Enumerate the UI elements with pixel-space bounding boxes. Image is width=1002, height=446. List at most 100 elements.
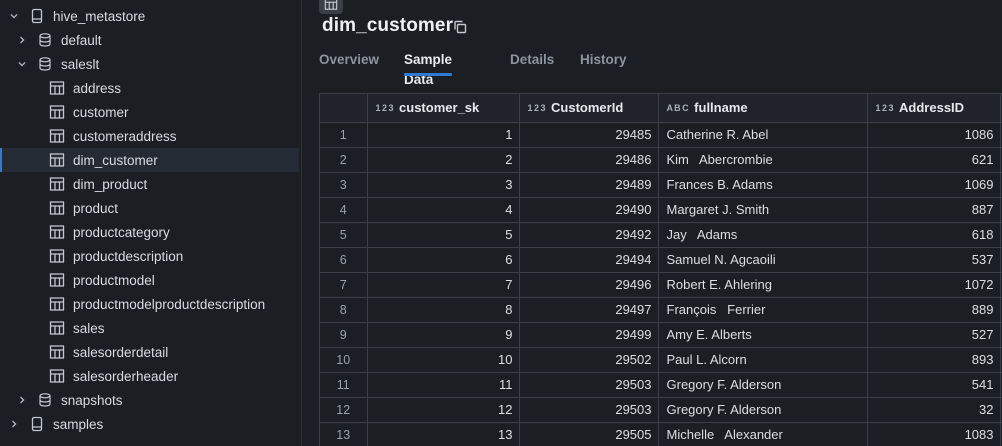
tree-node-table[interactable]: dim_customer	[0, 148, 299, 172]
chevron-down-icon[interactable]	[16, 58, 28, 70]
table-cell[interactable]: Robert E. Ahlering	[658, 272, 868, 298]
tree-label: default	[61, 32, 102, 48]
table-row[interactable]: 8 8 29497 François Ferrier 889	[320, 297, 1002, 323]
table-row[interactable]: 4 4 29490 Margaret J. Smith 887	[320, 197, 1002, 223]
column-header[interactable]: 1 2 3 customer_sk	[367, 94, 520, 123]
tree-node-samples[interactable]: samples	[0, 412, 299, 436]
tree-node-table[interactable]: productcategory	[0, 220, 299, 244]
table-cell[interactable]: 541	[867, 372, 1001, 398]
table-row[interactable]: 1 1 29485 Catherine R. Abel 1086	[320, 122, 1002, 148]
table-cell[interactable]: Frances B. Adams	[658, 172, 868, 198]
table-cell[interactable]: 618	[867, 222, 1001, 248]
table-cell[interactable]: 3	[367, 172, 520, 198]
table-cell[interactable]: 29485	[519, 122, 659, 148]
tree-node-snapshots[interactable]: snapshots	[0, 388, 299, 412]
table-cell[interactable]: Margaret J. Smith	[658, 197, 868, 223]
table-cell[interactable]: 29486	[519, 147, 659, 173]
table-cell[interactable]: Michelle Alexander	[658, 422, 868, 446]
tab-history[interactable]: History	[580, 50, 627, 76]
table-cell[interactable]: 29503	[519, 372, 659, 398]
table-row[interactable]: 9 9 29499 Amy E. Alberts 527	[320, 322, 1002, 348]
table-row[interactable]: 11 11 29503 Gregory F. Alderson 541	[320, 372, 1002, 398]
tab-sample-data[interactable]: Sample Data	[404, 50, 453, 87]
table-cell[interactable]: 29494	[519, 247, 659, 273]
table-cell[interactable]: Amy E. Alberts	[658, 322, 868, 348]
table-cell[interactable]: Gregory F. Alderson	[658, 372, 868, 398]
tree-node-table[interactable]: dim_product	[0, 172, 299, 196]
tab-details[interactable]: Details	[510, 50, 554, 76]
tree-node-table[interactable]: sales	[0, 316, 299, 340]
chevron-right-icon[interactable]	[8, 418, 20, 430]
tree-node-table[interactable]: salesorderdetail	[0, 340, 299, 364]
sample-data-grid[interactable]: 1 2 3 customer_sk 1 2 3 CustomerId A B Cfu…	[319, 93, 1002, 446]
table-row[interactable]: 7 7 29496 Robert E. Ahlering 1072	[320, 272, 1002, 298]
table-cell[interactable]: 4	[367, 197, 520, 223]
table-cell[interactable]: Paul L. Alcorn	[658, 347, 868, 373]
chevron-right-icon[interactable]	[16, 394, 28, 406]
tree-node-default[interactable]: default	[0, 28, 299, 52]
table-cell[interactable]: 887	[867, 197, 1001, 223]
table-cell[interactable]: 1083	[867, 422, 1001, 446]
table-cell[interactable]: 29496	[519, 272, 659, 298]
table-row[interactable]: 10 10 29502 Paul L. Alcorn 893	[320, 347, 1002, 373]
table-cell[interactable]: 9	[367, 322, 520, 348]
table-cell[interactable]: 893	[867, 347, 1001, 373]
tree-node-table[interactable]: productmodel	[0, 268, 299, 292]
tab-overview[interactable]: Overview	[319, 50, 379, 76]
tree-node-table[interactable]: product	[0, 196, 299, 220]
table-cell[interactable]: Catherine R. Abel	[658, 122, 868, 148]
table-cell[interactable]: 5	[367, 222, 520, 248]
table-cell[interactable]: 537	[867, 247, 1001, 273]
table-cell[interactable]: 889	[867, 297, 1001, 323]
table-cell[interactable]: 11	[367, 372, 520, 398]
column-header[interactable]: A B Cfullname	[658, 94, 868, 123]
table-cell[interactable]: 8	[367, 297, 520, 323]
table-cell[interactable]: 1069	[867, 172, 1001, 198]
table-cell[interactable]: 1072	[867, 272, 1001, 298]
table-cell[interactable]: Samuel N. Agcaoili	[658, 247, 868, 273]
table-cell[interactable]: 10	[367, 347, 520, 373]
table-row[interactable]: 12 12 29503 Gregory F. Alderson 32	[320, 397, 1002, 423]
tree-node-table[interactable]: salesorderheader	[0, 364, 299, 388]
column-header[interactable]: 1 2 3 CustomerId	[519, 94, 659, 123]
table-cell[interactable]: 29499	[519, 322, 659, 348]
table-cell[interactable]: Gregory F. Alderson	[658, 397, 868, 423]
table-cell[interactable]: 29490	[519, 197, 659, 223]
table-cell[interactable]: Kim Abercrombie	[658, 147, 868, 173]
table-cell[interactable]: 527	[867, 322, 1001, 348]
table-cell[interactable]: François Ferrier	[658, 297, 868, 323]
table-cell[interactable]: Jay Adams	[658, 222, 868, 248]
table-cell[interactable]: 29505	[519, 422, 659, 446]
tree-node-table[interactable]: customer	[0, 100, 299, 124]
column-header[interactable]: 1 2 3 AddressID	[867, 94, 1001, 123]
tree-label: salesorderdetail	[73, 344, 169, 360]
chevron-right-icon[interactable]	[16, 34, 28, 46]
table-cell[interactable]: 29489	[519, 172, 659, 198]
tree-node-table[interactable]: productmodelproductdescription	[0, 292, 299, 316]
table-cell[interactable]: 621	[867, 147, 1001, 173]
tree-node-hive-metastore[interactable]: hive_metastore	[0, 4, 299, 28]
table-row[interactable]: 13 13 29505 Michelle Alexander 1083	[320, 422, 1002, 446]
table-cell[interactable]: 13	[367, 422, 520, 446]
table-row[interactable]: 5 5 29492 Jay Adams 618	[320, 222, 1002, 248]
tree-node-table[interactable]: address	[0, 76, 299, 100]
table-cell[interactable]: 29492	[519, 222, 659, 248]
table-cell[interactable]: 7	[367, 272, 520, 298]
table-cell[interactable]: 29503	[519, 397, 659, 423]
chevron-down-icon[interactable]	[8, 10, 20, 22]
tree-node-table[interactable]: productdescription	[0, 244, 299, 268]
table-cell[interactable]: 6	[367, 247, 520, 273]
tree-node-table[interactable]: customeraddress	[0, 124, 299, 148]
table-cell[interactable]: 32	[867, 397, 1001, 423]
table-cell[interactable]: 1	[367, 122, 520, 148]
copy-icon[interactable]	[452, 19, 468, 35]
table-cell[interactable]: 29502	[519, 347, 659, 373]
table-cell[interactable]: 29497	[519, 297, 659, 323]
table-cell[interactable]: 1086	[867, 122, 1001, 148]
table-cell[interactable]: 2	[367, 147, 520, 173]
table-row[interactable]: 2 2 29486 Kim Abercrombie 621	[320, 147, 1002, 173]
tree-node-saleslt[interactable]: saleslt	[0, 52, 299, 76]
table-cell[interactable]: 12	[367, 397, 520, 423]
table-row[interactable]: 3 3 29489 Frances B. Adams 1069	[320, 172, 1002, 198]
table-row[interactable]: 6 6 29494 Samuel N. Agcaoili 537	[320, 247, 1002, 273]
